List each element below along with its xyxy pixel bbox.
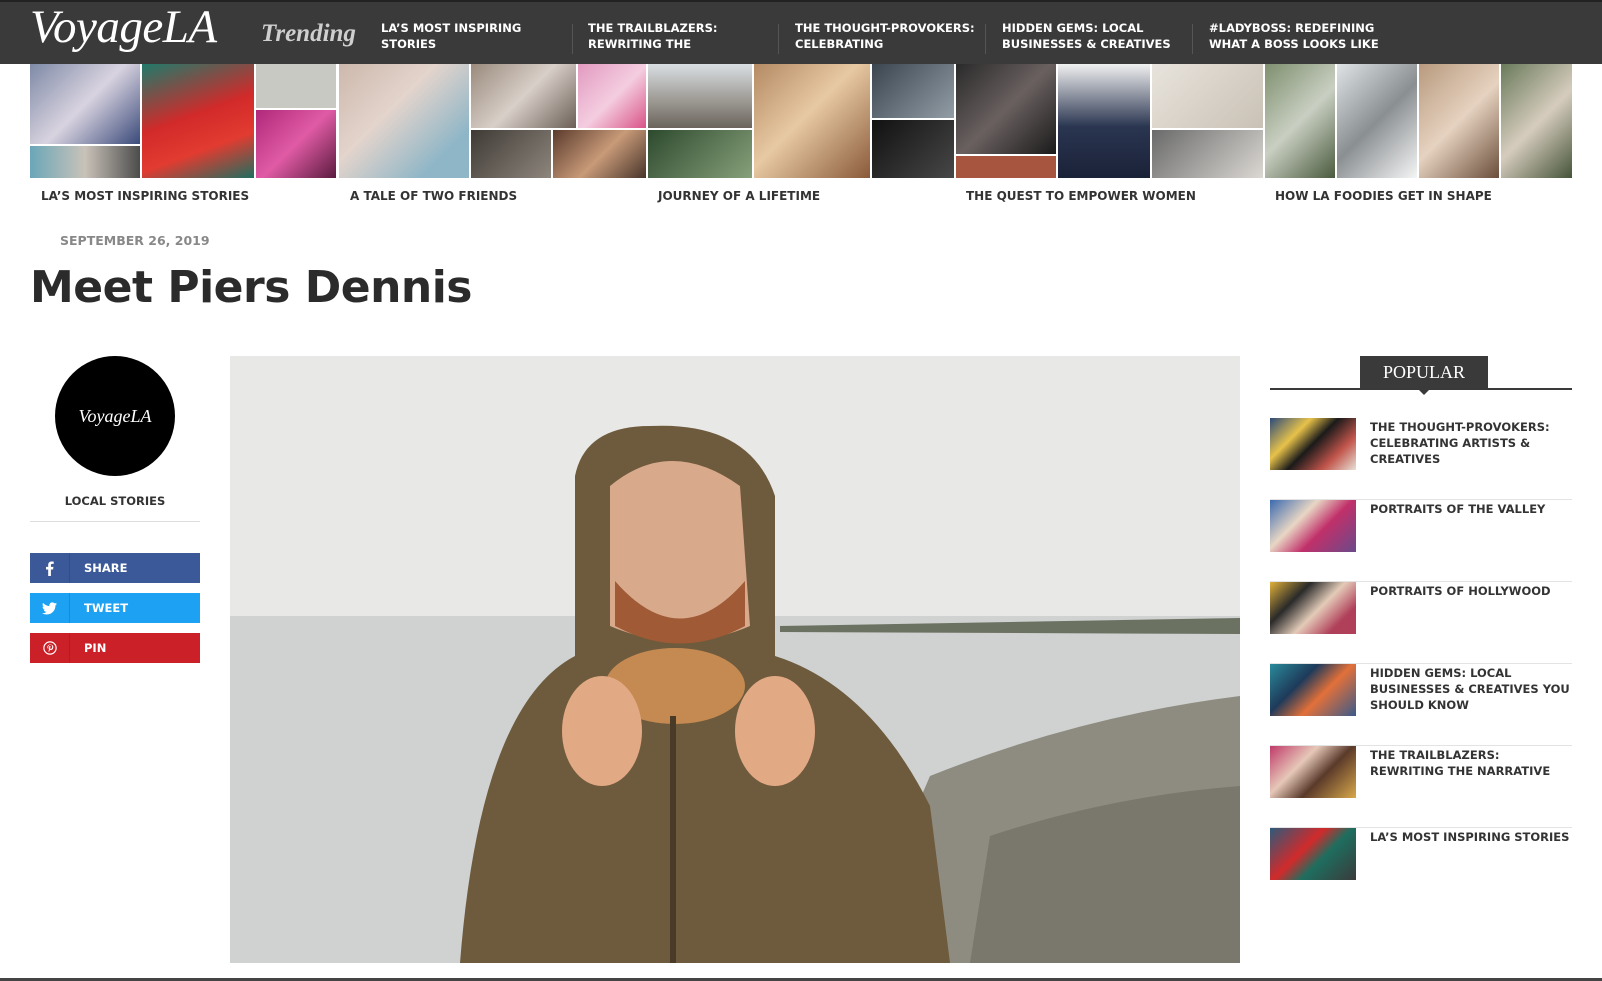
nav-divider: [1192, 24, 1193, 54]
pinterest-icon: [30, 633, 70, 663]
popular-item-title[interactable]: LA’S MOST INSPIRING STORIES: [1370, 829, 1570, 845]
strip-caption-2[interactable]: A TALE OF TWO FRIENDS: [350, 189, 517, 203]
strip-caption-3[interactable]: JOURNEY OF A LIFETIME: [658, 189, 820, 203]
popular-thumbnail[interactable]: [1270, 418, 1356, 470]
featured-story-thumbnail[interactable]: [1265, 64, 1572, 178]
article-hero-image: [230, 356, 1240, 963]
featured-stories-strip: [30, 64, 1572, 178]
article-title: Meet Piers Dennis: [30, 262, 472, 313]
popular-thumbnail[interactable]: [1270, 828, 1356, 880]
author-avatar[interactable]: VoyageLA: [55, 356, 175, 476]
popular-thumbnail[interactable]: [1270, 664, 1356, 716]
tweet-label: TWEET: [84, 601, 129, 615]
nav-divider: [985, 24, 986, 54]
article-date: SEPTEMBER 26, 2019: [60, 233, 210, 248]
popular-thumbnail[interactable]: [1270, 582, 1356, 634]
popular-item-title[interactable]: HIDDEN GEMS: LOCAL BUSINESSES & CREATIVE…: [1370, 665, 1570, 713]
trending-link-2[interactable]: THE TRAILBLAZERS: REWRITING THE: [588, 20, 774, 54]
trending-label: Trending: [261, 20, 356, 47]
popular-item-title[interactable]: THE TRAILBLAZERS: REWRITING THE NARRATIV…: [1370, 747, 1570, 779]
section-label[interactable]: LOCAL STORIES: [30, 494, 200, 508]
popular-item[interactable]: PORTRAITS OF HOLLYWOOD: [1270, 582, 1572, 664]
twitter-icon: [30, 593, 70, 623]
facebook-share-button[interactable]: SHARE: [30, 553, 200, 583]
twitter-tweet-button[interactable]: TWEET: [30, 593, 200, 623]
trending-link-3[interactable]: THE THOUGHT-PROVOKERS: CELEBRATING: [795, 20, 981, 54]
popular-thumbnail[interactable]: [1270, 746, 1356, 798]
strip-caption-4[interactable]: THE QUEST TO EMPOWER WOMEN: [966, 189, 1196, 203]
pin-label: PIN: [84, 641, 107, 655]
popular-item-title[interactable]: THE THOUGHT-PROVOKERS: CELEBRATING ARTIS…: [1370, 419, 1570, 467]
popular-item[interactable]: PORTRAITS OF THE VALLEY: [1270, 500, 1572, 582]
popular-item[interactable]: LA’S MOST INSPIRING STORIES: [1270, 828, 1572, 910]
pinterest-pin-button[interactable]: PIN: [30, 633, 200, 663]
top-navigation-bar: VoyageLA Trending LA’S MOST INSPIRING ST…: [0, 0, 1602, 64]
nav-divider: [572, 24, 573, 54]
popular-heading: POPULAR: [1360, 356, 1488, 395]
trending-link-1[interactable]: LA’S MOST INSPIRING STORIES: [381, 20, 567, 54]
popular-thumbnail[interactable]: [1270, 500, 1356, 552]
site-logo[interactable]: VoyageLA: [30, 0, 217, 54]
strip-caption-1[interactable]: LA’S MOST INSPIRING STORIES: [41, 189, 249, 203]
avatar-logo-text: VoyageLA: [78, 405, 152, 426]
nav-divider: [778, 24, 779, 54]
featured-story-thumbnail[interactable]: [30, 64, 339, 178]
featured-story-thumbnail[interactable]: [956, 64, 1266, 178]
trending-link-4[interactable]: HIDDEN GEMS: LOCAL BUSINESSES & CREATIVE…: [1002, 20, 1188, 54]
featured-story-thumbnail[interactable]: [647, 64, 957, 178]
trending-link-5[interactable]: #LADYBOSS: REDEFINING WHAT A BOSS LOOKS …: [1209, 20, 1395, 54]
divider: [30, 521, 200, 522]
popular-item[interactable]: THE THOUGHT-PROVOKERS: CELEBRATING ARTIS…: [1270, 418, 1572, 500]
popular-item-title[interactable]: PORTRAITS OF THE VALLEY: [1370, 501, 1570, 517]
popular-item-title[interactable]: PORTRAITS OF HOLLYWOOD: [1370, 583, 1570, 599]
featured-story-thumbnail[interactable]: [338, 64, 648, 178]
strip-caption-5[interactable]: HOW LA FOODIES GET IN SHAPE: [1275, 189, 1492, 203]
share-label: SHARE: [84, 561, 128, 575]
popular-item[interactable]: THE TRAILBLAZERS: REWRITING THE NARRATIV…: [1270, 746, 1572, 828]
popular-item[interactable]: HIDDEN GEMS: LOCAL BUSINESSES & CREATIVE…: [1270, 664, 1572, 746]
facebook-icon: [30, 553, 70, 583]
